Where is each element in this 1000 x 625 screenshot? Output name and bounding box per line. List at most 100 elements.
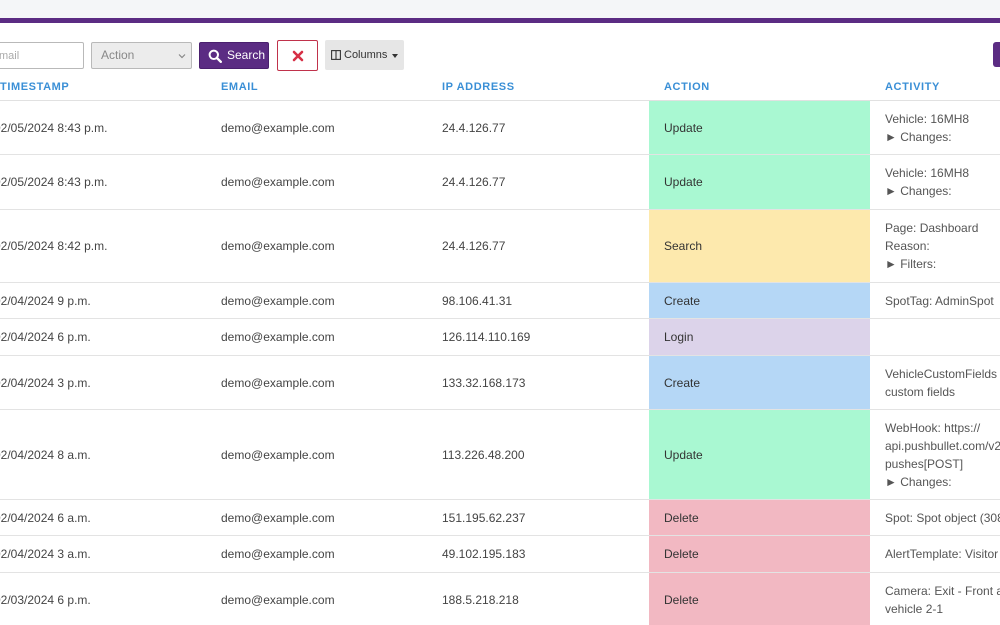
ip-address-cell: 188.5.218.218 [442,592,519,607]
table-row[interactable]: 02/04/2024 3 p.m. demo@example.com 133.32.… [0,356,1000,410]
action-select-value: Action [101,48,135,62]
activity-cell: Spot: Spot object (308) [885,500,1000,535]
ip-address-cell: 113.226.48.200 [442,447,525,462]
ip-address-cell: 126.114.110.169 [442,330,531,344]
activity-details-toggle[interactable]: ► Changes: [885,182,952,200]
email-cell: demo@example.com [221,293,335,308]
table-row[interactable]: 02/05/2024 8:43 p.m. demo@example.com 24.4… [0,155,1000,210]
action-cell: Delete [649,573,870,625]
close-icon [292,50,304,62]
table-row[interactable]: 02/03/2024 6 p.m. demo@example.com 188.5.2… [0,573,1000,625]
activity-cell: AlertTemplate: Visitor [885,536,1000,572]
action-cell: Login [649,319,870,355]
table-row[interactable]: 02/05/2024 8:43 p.m. demo@example.com 24.4… [0,101,1000,155]
activity-line: vehicle 2-1 [885,601,944,616]
timestamp-cell: 02/04/2024 6 a.m. [0,510,91,525]
ip-address-cell: 98.106.41.31 [442,293,513,308]
timestamp-cell: 02/05/2024 8:43 p.m. [0,175,108,189]
activity-cell: Page: Dashboard Reason: ► Filters: [885,210,1000,282]
activity-line: WebHook: https:// [885,420,981,435]
top-bar [0,0,1000,18]
table-row[interactable]: 02/04/2024 8 a.m. demo@example.com 113.226… [0,410,1000,500]
ip-address-cell: 49.102.195.183 [442,547,526,561]
activity-line: Spot: Spot object (308) [885,510,1000,525]
ip-address-cell: 24.4.126.77 [442,239,506,253]
activity-cell: VehicleCustomFields custom fields [885,356,1000,409]
timestamp-cell: 02/05/2024 8:42 p.m. [0,239,108,253]
timestamp-cell: 02/04/2024 6 p.m. [0,330,91,344]
table-row[interactable]: 02/04/2024 9 p.m. demo@example.com 98.106.… [0,283,1000,319]
activity-line: pushes[POST] [885,456,964,471]
email-filter-input[interactable] [0,42,84,69]
email-cell: demo@example.com [221,239,335,253]
table-row[interactable]: 02/04/2024 3 a.m. demo@example.com 49.102.… [0,536,1000,573]
ip-address-cell: 133.32.168.173 [442,375,526,390]
action-cell: Update [649,410,870,499]
email-cell: demo@example.com [221,592,335,607]
table-row[interactable]: 02/04/2024 6 p.m. demo@example.com 126.114… [0,319,1000,356]
activity-line: Reason: [885,239,930,253]
activity-line: Camera: Exit - Front a [885,583,1000,598]
timestamp-cell: 02/04/2024 3 a.m. [0,547,91,561]
email-cell: demo@example.com [221,547,335,561]
activity-line: SpotTag: AdminSpot [885,293,994,308]
activity-line: Vehicle: 16MH8 [885,111,970,126]
action-cell: Update [649,101,870,154]
column-header-activity[interactable]: ACTIVITY [885,78,940,100]
activity-cell: SpotTag: AdminSpot [885,283,1000,318]
action-cell: Search [649,210,870,282]
action-cell: Delete [649,536,870,572]
clear-filters-button[interactable] [277,40,318,71]
activity-line: Vehicle: 16MH8 [885,166,970,180]
activity-line: VehicleCustomFields [885,366,998,381]
email-cell: demo@example.com [221,330,335,344]
table-row[interactable]: 02/04/2024 6 a.m. demo@example.com 151.195… [0,500,1000,536]
activity-cell: Camera: Exit - Front a vehicle 2-1 [885,573,1000,625]
action-filter-select[interactable]: Action [91,42,192,69]
columns-button-label: Columns [344,49,388,61]
accent-bar [0,18,1000,23]
action-cell: Create [649,356,870,409]
search-button-label: Search [227,48,266,62]
primary-action-button[interactable] [993,42,1000,67]
email-cell: demo@example.com [221,375,335,390]
timestamp-cell: 02/05/2024 8:43 p.m. [0,120,108,135]
activity-details-toggle[interactable]: ► Changes: [885,473,952,491]
action-cell: Update [649,155,870,209]
caret-down-icon [392,54,398,58]
activity-line: api.pushbullet.com/v2/ [885,438,1000,453]
columns-icon [331,50,341,60]
chevron-down-icon [178,54,186,59]
activity-line: custom fields [885,384,956,399]
activity-line: Page: Dashboard [885,221,979,235]
activity-cell [885,319,1000,355]
search-icon [208,49,222,63]
timestamp-cell: 02/03/2024 6 p.m. [0,592,91,607]
activity-cell: Vehicle: 16MH8 ► Changes: [885,101,1000,154]
filter-toolbar: Action Search Columns [0,40,1000,71]
activity-line: AlertTemplate: Visitor [885,547,999,561]
timestamp-cell: 02/04/2024 9 p.m. [0,293,91,308]
ip-address-cell: 24.4.126.77 [442,120,506,135]
ip-address-cell: 151.195.62.237 [442,510,526,525]
activity-cell: WebHook: https:// api.pushbullet.com/v2/p… [885,410,1000,499]
ip-address-cell: 24.4.126.77 [442,175,506,189]
activity-details-toggle[interactable]: ► Filters: [885,255,936,273]
email-cell: demo@example.com [221,510,335,525]
email-cell: demo@example.com [221,175,335,189]
email-cell: demo@example.com [221,120,335,135]
table-row[interactable]: 02/05/2024 8:42 p.m. demo@example.com 24.4… [0,210,1000,283]
column-header-ip-address[interactable]: IP ADDRESS [442,78,515,100]
action-cell: Delete [649,500,870,535]
email-cell: demo@example.com [221,447,335,462]
action-cell: Create [649,283,870,318]
activity-cell: Vehicle: 16MH8 ► Changes: [885,155,1000,209]
activity-details-toggle[interactable]: ► Changes: [885,128,952,146]
column-header-email[interactable]: EMAIL [221,78,258,100]
timestamp-cell: 02/04/2024 3 p.m. [0,375,91,390]
timestamp-cell: 02/04/2024 8 a.m. [0,447,91,462]
columns-dropdown-button[interactable]: Columns [325,40,404,70]
column-header-action[interactable]: ACTION [664,78,710,100]
search-button[interactable]: Search [199,42,269,69]
column-header-timestamp[interactable]: TIMESTAMP [0,78,69,100]
